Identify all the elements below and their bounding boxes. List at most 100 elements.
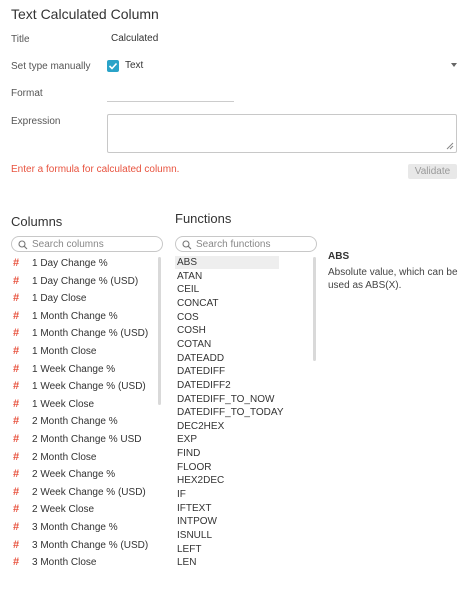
- column-name: 1 Week Close: [32, 398, 95, 410]
- column-name: 1 Day Change %: [32, 258, 108, 269]
- column-name: 1 Month Change %: [32, 310, 118, 322]
- function-list-item[interactable]: ATAN: [175, 270, 279, 283]
- column-list-item[interactable]: #1 Day Change %: [11, 256, 157, 273]
- column-list-item[interactable]: #1 Month Change % (USD): [11, 326, 157, 343]
- column-name: 3 Month Change % (USD): [32, 539, 149, 551]
- number-type-icon: #: [13, 521, 20, 533]
- function-description-title: ABS: [328, 251, 350, 262]
- number-type-icon: #: [13, 415, 20, 428]
- column-list-item[interactable]: #2 Week Close: [11, 502, 157, 519]
- function-list-item[interactable]: IFTEXT: [175, 502, 279, 515]
- function-list-item[interactable]: FLOOR: [175, 461, 279, 474]
- function-list-item[interactable]: DATEDIFF_TO_TODAY: [175, 406, 284, 419]
- number-type-icon: #: [13, 362, 20, 375]
- column-list-item[interactable]: #1 Day Close: [11, 291, 157, 308]
- column-list-item[interactable]: #2 Month Change %: [11, 414, 157, 431]
- function-list-item[interactable]: ISNULL: [175, 529, 279, 542]
- column-list-item[interactable]: #3 Month Close: [11, 555, 157, 572]
- column-list-item[interactable]: #1 Week Close: [11, 397, 157, 414]
- function-list-item[interactable]: LEN: [175, 556, 279, 569]
- number-type-icon: #: [13, 538, 20, 551]
- column-name: 1 Month Close: [32, 346, 97, 357]
- function-list-item[interactable]: HEX2DEC: [175, 474, 279, 487]
- functions-search-placeholder: Search functions: [196, 239, 271, 250]
- column-list-item[interactable]: #1 Week Change %: [11, 362, 157, 379]
- function-list-item[interactable]: COSH: [175, 324, 279, 337]
- column-list-item[interactable]: #1 Week Change % (USD): [11, 379, 157, 396]
- function-list-item[interactable]: ABS: [175, 256, 279, 269]
- type-select-value[interactable]: Text: [125, 60, 143, 71]
- functions-heading: Functions: [175, 211, 232, 226]
- functions-list: ABS ATAN CEIL CONCAT COS COSH COTAN DATEADD DATE…: [175, 256, 319, 574]
- column-list-item[interactable]: #2 Month Change % USD: [11, 432, 157, 449]
- column-list-item[interactable]: #2 Week Change %: [11, 467, 157, 484]
- function-list-item[interactable]: EXP: [175, 433, 279, 446]
- search-icon: [182, 240, 192, 250]
- columns-list: #1 Day Change % #1 Day Change % (USD) #1 D…: [11, 256, 163, 574]
- column-list-item[interactable]: #3 Month Change % (USD): [11, 538, 157, 555]
- columns-scrollbar[interactable]: [158, 257, 161, 405]
- column-name: 1 Day Change % (USD): [32, 275, 139, 287]
- column-list-item[interactable]: #3 Month Change %: [11, 520, 157, 537]
- column-name: 1 Month Change % (USD): [32, 328, 149, 340]
- column-name: 2 Month Close: [32, 451, 97, 463]
- error-message: Enter a formula for calculated column.: [11, 164, 180, 175]
- column-name: 3 Month Close: [32, 557, 97, 569]
- column-name: 1 Week Change %: [32, 363, 116, 375]
- panel-title: Text Calculated Column: [11, 6, 159, 22]
- function-list-item[interactable]: IF: [175, 488, 279, 501]
- number-type-icon: #: [13, 503, 20, 516]
- function-list-item[interactable]: DATEADD: [175, 352, 279, 365]
- column-name: 2 Month Change %: [32, 416, 118, 428]
- column-name: 1 Week Change % (USD): [32, 381, 146, 393]
- number-type-icon: #: [13, 450, 20, 463]
- expression-textarea[interactable]: [107, 114, 457, 153]
- chevron-down-icon[interactable]: [451, 63, 457, 67]
- number-type-icon: #: [13, 556, 20, 569]
- format-input[interactable]: [107, 101, 234, 102]
- function-list-item[interactable]: INTPOW: [175, 515, 279, 528]
- number-type-icon: #: [13, 345, 20, 357]
- functions-scrollbar[interactable]: [313, 257, 316, 361]
- set-type-checkbox[interactable]: [107, 60, 119, 72]
- function-description-text: Absolute value, which can be used as ABS…: [328, 267, 458, 291]
- column-name: 3 Month Change %: [32, 522, 118, 533]
- function-list-item[interactable]: LEFT: [175, 543, 279, 556]
- column-list-item[interactable]: #2 Month Close: [11, 450, 157, 467]
- format-label: Format: [11, 88, 43, 99]
- resize-handle-icon[interactable]: [446, 142, 454, 150]
- check-icon: [108, 62, 118, 70]
- column-name: 2 Week Close: [32, 504, 95, 516]
- function-list-item[interactable]: COS: [175, 311, 279, 324]
- columns-search-input[interactable]: Search columns: [11, 236, 163, 252]
- column-list-item[interactable]: #2 Week Change % (USD): [11, 485, 157, 502]
- title-input[interactable]: Calculated: [107, 30, 457, 48]
- column-name: 2 Week Change % (USD): [32, 486, 146, 498]
- columns-heading: Columns: [11, 214, 63, 229]
- function-list-item[interactable]: CEIL: [175, 283, 279, 296]
- function-list-item[interactable]: CONCAT: [175, 297, 279, 310]
- column-name: 1 Day Close: [32, 293, 87, 305]
- number-type-icon: #: [13, 309, 20, 322]
- column-list-item[interactable]: #1 Month Close: [11, 344, 157, 361]
- function-list-item[interactable]: DATEDIFF2: [175, 379, 279, 392]
- function-list-item[interactable]: FIND: [175, 447, 279, 460]
- function-list-item[interactable]: DATEDIFF: [175, 365, 279, 378]
- number-type-icon: #: [13, 274, 20, 287]
- number-type-icon: #: [13, 485, 20, 498]
- function-list-item[interactable]: DEC2HEX: [175, 420, 279, 433]
- function-list-item[interactable]: COTAN: [175, 338, 279, 351]
- number-type-icon: #: [13, 327, 20, 340]
- expression-label: Expression: [11, 116, 61, 127]
- functions-search-input[interactable]: Search functions: [175, 236, 317, 252]
- column-list-item[interactable]: #1 Day Change % (USD): [11, 274, 157, 291]
- set-type-label: Set type manually: [11, 61, 91, 72]
- number-type-icon: #: [13, 380, 20, 393]
- function-list-item[interactable]: DATEDIFF_TO_NOW: [175, 393, 279, 406]
- number-type-icon: #: [13, 468, 20, 481]
- column-name: 2 Month Change % USD: [32, 434, 142, 445]
- validate-button[interactable]: Validate: [408, 164, 457, 179]
- column-list-item[interactable]: #1 Month Change %: [11, 309, 157, 326]
- number-type-icon: #: [13, 257, 20, 269]
- set-type-row: Text: [107, 58, 457, 74]
